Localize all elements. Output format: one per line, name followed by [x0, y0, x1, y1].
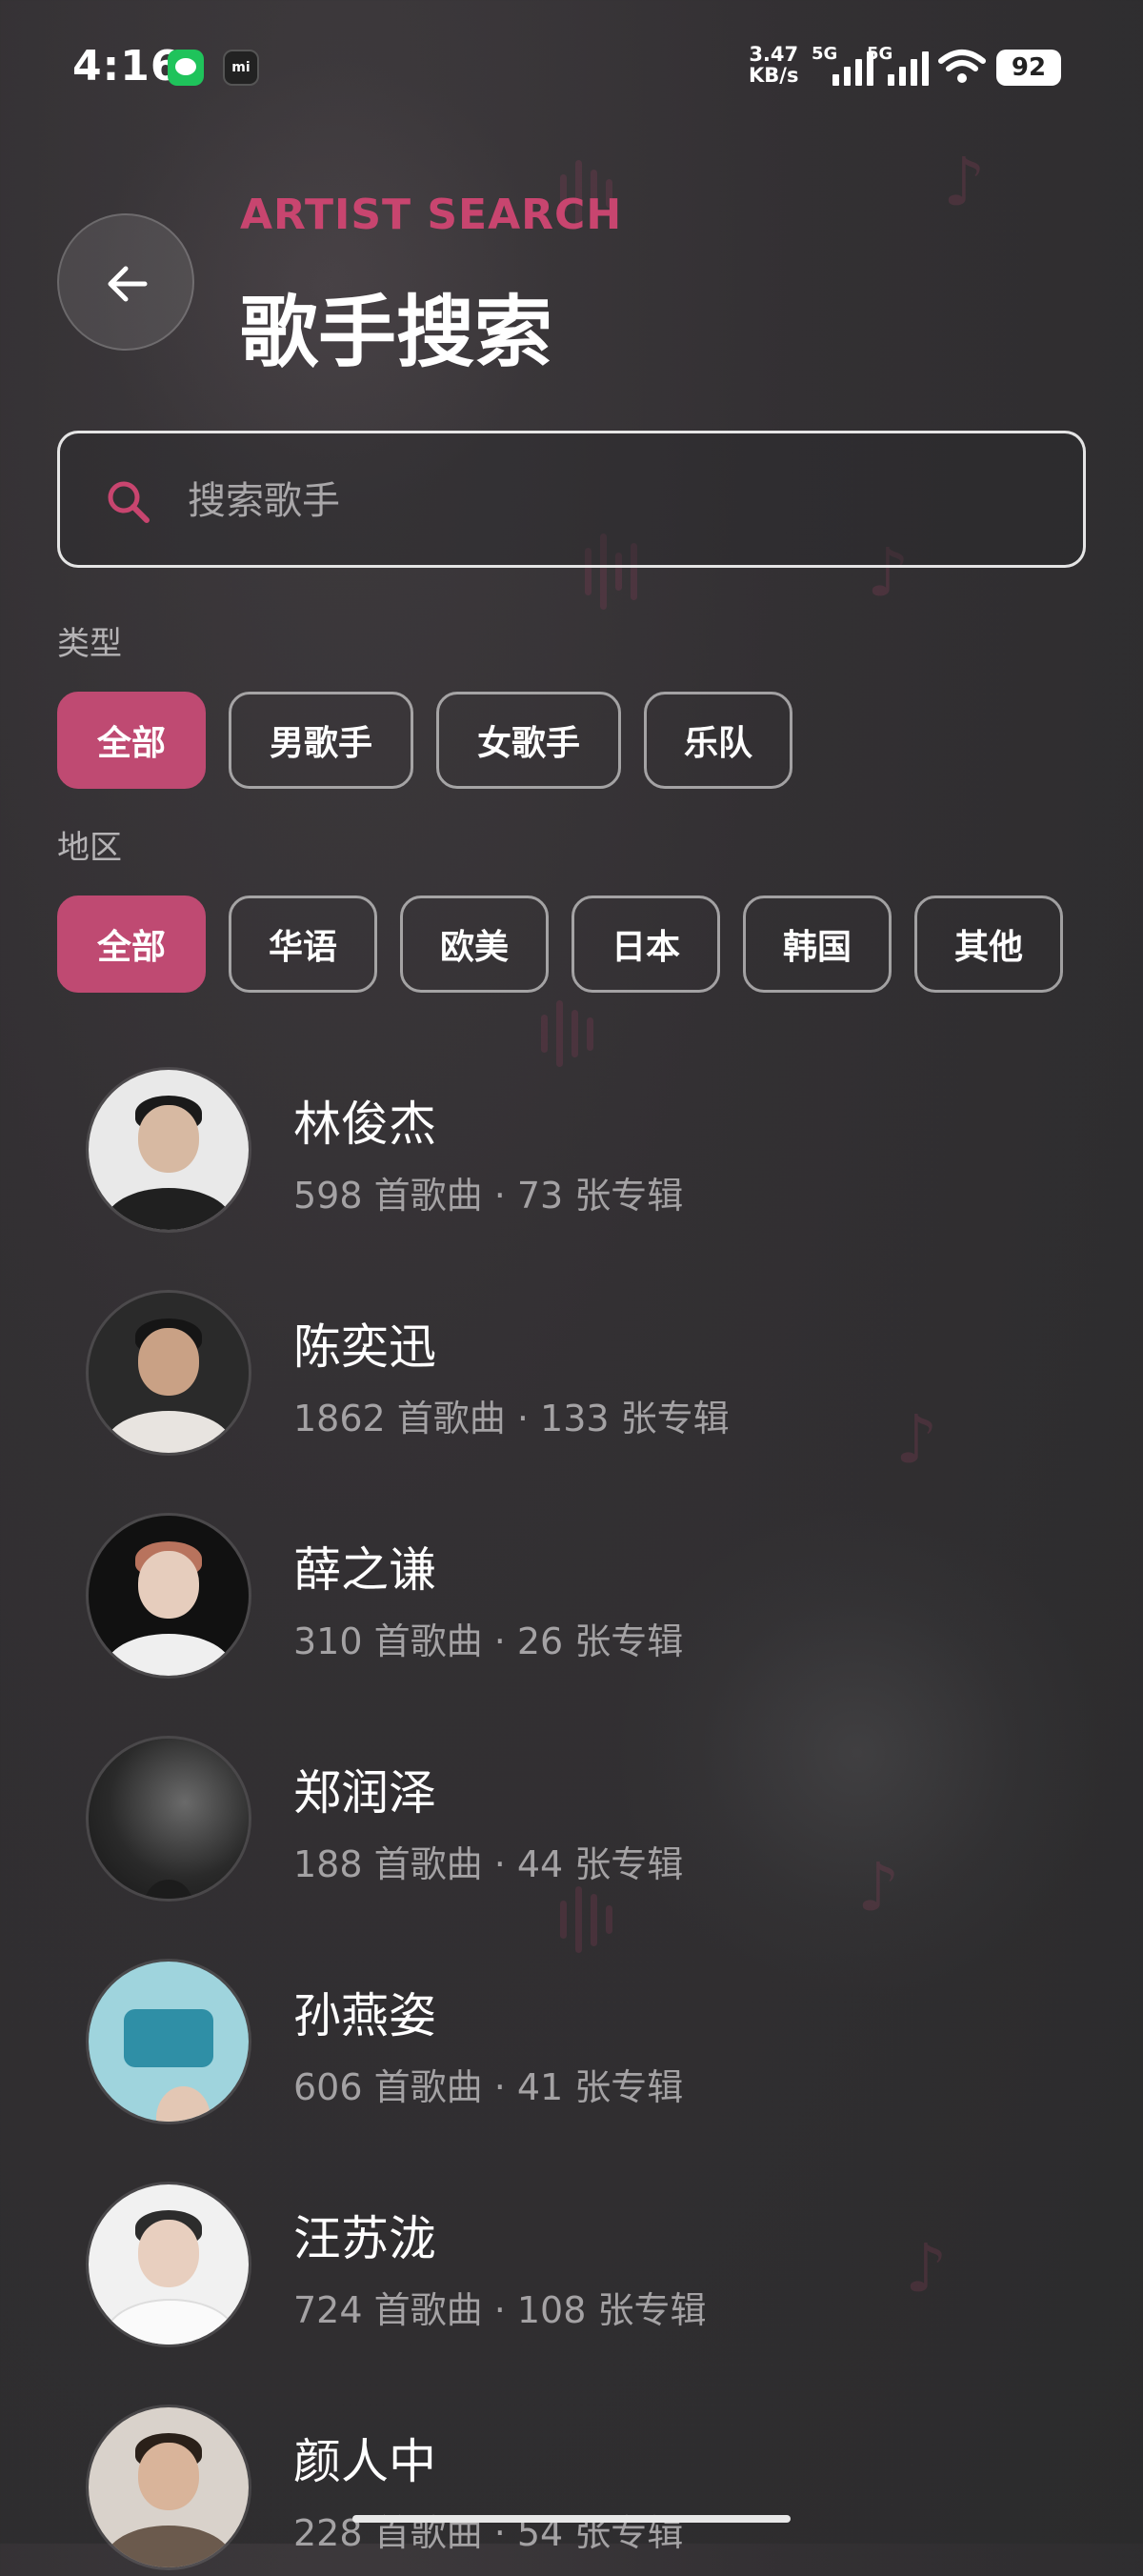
artist-stats: 606 首歌曲 · 41 张专辑: [293, 2066, 684, 2108]
artist-stats: 598 首歌曲 · 73 张专辑: [293, 1175, 684, 1217]
artist-row[interactable]: 颜人中 228 首歌曲 · 54 张专辑: [86, 2405, 1076, 2576]
artist-stats: 228 首歌曲 · 54 张专辑: [293, 2512, 684, 2554]
artist-avatar: [86, 2405, 251, 2570]
artist-name: 薛之谦: [293, 1542, 436, 1598]
page-subtitle: ARTIST SEARCH: [240, 191, 623, 239]
status-time: 4:16: [72, 42, 181, 91]
region-chip-korea[interactable]: 韩国: [743, 896, 892, 993]
home-indicator[interactable]: [352, 2515, 791, 2523]
battery-indicator: 92: [996, 50, 1061, 86]
artist-name: 孙燕姿: [293, 1988, 436, 2043]
type-chip-female[interactable]: 女歌手: [436, 692, 621, 789]
artist-name: 郑润泽: [293, 1765, 436, 1821]
artist-avatar: [86, 1067, 251, 1233]
region-chip-other[interactable]: 其他: [914, 896, 1063, 993]
type-filter-group: 全部 男歌手 女歌手 乐队: [57, 692, 792, 789]
artist-stats: 724 首歌曲 · 108 张专辑: [293, 2289, 707, 2331]
artist-row[interactable]: 郑润泽 188 首歌曲 · 44 张专辑: [86, 1736, 1076, 1907]
artist-name: 颜人中: [293, 2434, 436, 2489]
signal-2-icon: 5G: [867, 44, 933, 86]
artist-name: 陈奕迅: [293, 1319, 436, 1375]
back-button[interactable]: [57, 213, 194, 351]
artist-avatar: [86, 1513, 251, 1679]
artist-stats: 188 首歌曲 · 44 张专辑: [293, 1843, 684, 1885]
status-bar: 4:16 mi 3.47 KB/s 5G 5G 92: [0, 0, 1143, 133]
type-chip-all[interactable]: 全部: [57, 692, 206, 789]
region-chip-all[interactable]: 全部: [57, 896, 206, 993]
type-chip-band[interactable]: 乐队: [644, 692, 792, 789]
arrow-left-icon: [108, 266, 148, 302]
artist-stats: 1862 首歌曲 · 133 张专辑: [293, 1398, 730, 1439]
artist-avatar: [86, 1736, 251, 1902]
search-box[interactable]: [57, 431, 1086, 568]
network-speed: 3.47 KB/s: [749, 43, 799, 87]
wifi-icon: [938, 50, 986, 83]
type-filter-label: 类型: [57, 625, 122, 663]
region-filter-label: 地区: [57, 829, 122, 867]
artist-avatar: [86, 1290, 251, 1456]
region-chip-chinese[interactable]: 华语: [229, 896, 377, 993]
artist-row[interactable]: 陈奕迅 1862 首歌曲 · 133 张专辑: [86, 1290, 1076, 1461]
region-chip-japan[interactable]: 日本: [572, 896, 720, 993]
search-input[interactable]: [186, 462, 1028, 540]
artist-avatar: [86, 2182, 251, 2347]
type-chip-male[interactable]: 男歌手: [229, 692, 413, 789]
artist-row[interactable]: 汪苏泷 724 首歌曲 · 108 张专辑: [86, 2182, 1076, 2353]
artist-row[interactable]: 林俊杰 598 首歌曲 · 73 张专辑: [86, 1067, 1076, 1238]
artist-stats: 310 首歌曲 · 26 张专辑: [293, 1620, 684, 1662]
region-filter-group: 全部 华语 欧美 日本 韩国 其他: [57, 896, 1063, 993]
artist-row[interactable]: 薛之谦 310 首歌曲 · 26 张专辑: [86, 1513, 1076, 1684]
background-decoration: ♪ ♪ ♪ ♪ ♪: [0, 0, 1143, 2544]
page-title: 歌手搜索: [240, 288, 553, 378]
search-icon: [108, 481, 150, 523]
artist-avatar: [86, 1959, 251, 2124]
artist-name: 林俊杰: [293, 1097, 436, 1152]
mi-notification-icon: mi: [223, 50, 259, 86]
artist-name: 汪苏泷: [293, 2211, 436, 2266]
wechat-notification-icon: [168, 50, 204, 86]
artist-row[interactable]: 孙燕姿 606 首歌曲 · 41 张专辑: [86, 1959, 1076, 2130]
region-chip-western[interactable]: 欧美: [400, 896, 549, 993]
